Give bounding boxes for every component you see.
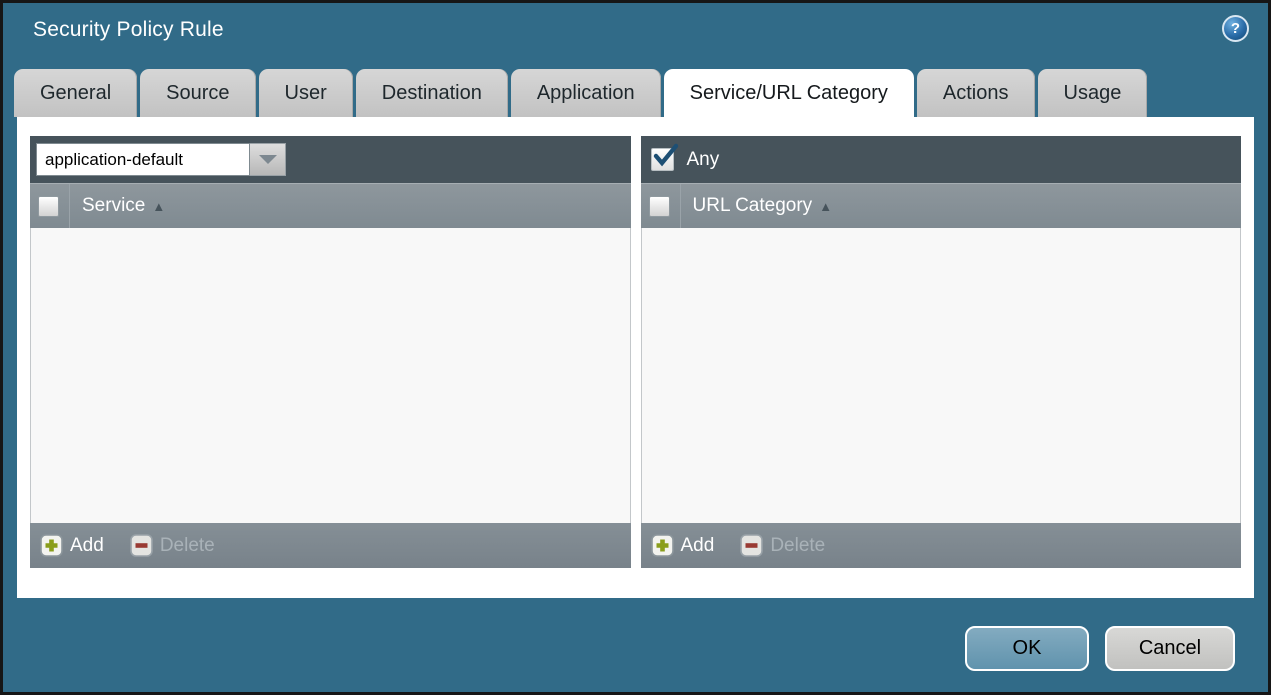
service-select-all-checkbox[interactable] [38, 195, 59, 217]
service-panel-footer: Add Delete [30, 523, 631, 568]
service-panel-header [30, 136, 631, 183]
tab-actions[interactable]: Actions [916, 69, 1035, 117]
service-column-label[interactable]: Service [82, 195, 145, 217]
sort-asc-icon[interactable]: ▲ [819, 199, 832, 214]
tab-service-url-category[interactable]: Service/URL Category [663, 69, 914, 117]
plus-icon [40, 534, 63, 557]
tab-source[interactable]: Source [140, 69, 256, 117]
service-add-button[interactable]: Add [40, 534, 104, 557]
add-label: Add [70, 534, 104, 556]
plus-icon [650, 534, 674, 557]
service-type-input[interactable] [36, 143, 250, 176]
url-category-add-button[interactable]: Add [650, 534, 715, 557]
dialog-content: Service ▲ Add [17, 117, 1254, 598]
tab-bar: General Source User Destination Applicat… [14, 69, 1148, 117]
service-list[interactable] [30, 228, 631, 523]
url-category-column-label[interactable]: URL Category [693, 195, 813, 217]
service-column-header: Service ▲ [30, 183, 631, 229]
minus-icon [740, 534, 764, 557]
delete-label: Delete [770, 534, 826, 556]
checkmark-icon [653, 143, 678, 167]
minus-icon [130, 534, 153, 557]
url-category-panel-footer: Add Delete [640, 523, 1241, 568]
any-checkbox[interactable] [650, 143, 678, 171]
url-category-panel: Any URL Category ▲ Add Delete [640, 136, 1241, 568]
help-icon[interactable]: ? [1222, 15, 1249, 42]
tab-application[interactable]: Application [510, 69, 661, 117]
cancel-button[interactable]: Cancel [1105, 626, 1235, 671]
delete-label: Delete [159, 534, 215, 556]
url-category-delete-button[interactable]: Delete [740, 534, 825, 557]
tab-user[interactable]: User [258, 69, 353, 117]
column-divider [69, 183, 70, 229]
sort-asc-icon[interactable]: ▲ [152, 199, 165, 214]
service-type-combobox[interactable] [36, 143, 286, 176]
url-category-column-header: URL Category ▲ [640, 183, 1241, 229]
tab-general[interactable]: General [14, 69, 138, 117]
url-category-select-all-checkbox[interactable] [648, 195, 670, 217]
dialog-title: Security Policy Rule [33, 18, 224, 41]
tab-destination[interactable]: Destination [355, 69, 508, 117]
security-policy-rule-dialog: Security Policy Rule ? General Source Us… [0, 0, 1271, 695]
tab-usage[interactable]: Usage [1037, 69, 1148, 117]
any-label: Any [686, 148, 720, 170]
service-delete-button[interactable]: Delete [130, 534, 215, 557]
service-type-dropdown-button[interactable] [250, 143, 286, 176]
service-panel: Service ▲ Add [30, 136, 631, 568]
panels-container: Service ▲ Add [17, 117, 1254, 568]
ok-button[interactable]: OK [965, 626, 1089, 671]
chevron-down-icon [258, 155, 277, 164]
add-label: Add [680, 534, 715, 556]
column-divider [679, 183, 681, 229]
dialog-footer: OK Cancel [965, 626, 1235, 671]
url-category-panel-header: Any [640, 136, 1241, 183]
url-category-list[interactable] [640, 228, 1241, 523]
